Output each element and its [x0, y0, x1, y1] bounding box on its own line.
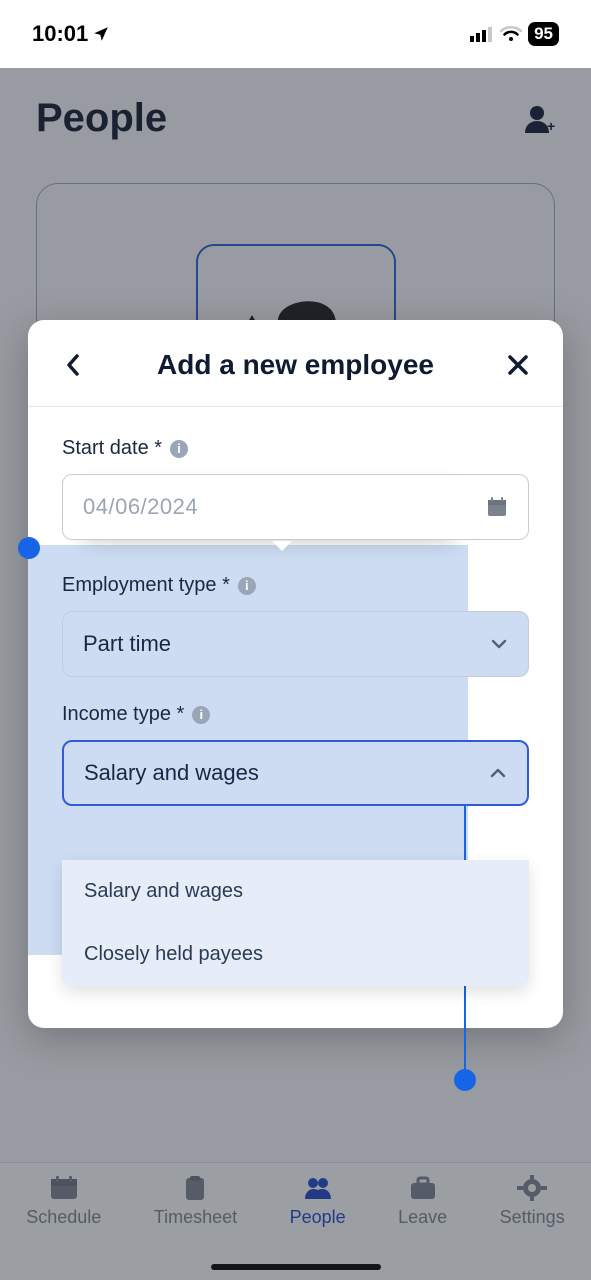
income-type-dropdown: Salary and wages Closely held payees [62, 860, 529, 986]
modal-title: Add a new employee [157, 349, 434, 381]
status-bar: 10:01 95 [0, 0, 591, 68]
info-icon[interactable]: i [170, 440, 188, 458]
chevron-down-icon [490, 635, 508, 653]
employment-type-label-row: Employment type * i [62, 574, 529, 597]
employment-type-select[interactable]: Part time [62, 611, 529, 677]
income-type-value: Salary and wages [84, 760, 259, 786]
battery-level: 95 [528, 22, 559, 46]
income-type-label-row: Income type * i [62, 703, 529, 726]
start-date-field: Start date * i 04/06/2024 [62, 437, 529, 540]
income-type-field: Income type * i Salary and wages [62, 703, 529, 806]
start-date-input[interactable]: 04/06/2024 [62, 474, 529, 540]
back-button[interactable] [56, 348, 90, 382]
status-right-group: 95 [470, 22, 559, 46]
employment-type-value: Part time [83, 631, 171, 657]
dropdown-option[interactable]: Closely held payees [62, 923, 529, 986]
add-employee-modal: Add a new employee Start date * i 04/06/… [28, 320, 563, 1028]
info-icon[interactable]: i [238, 577, 256, 595]
status-time: 10:01 [32, 21, 88, 47]
employment-type-label: Employment type * [62, 574, 230, 597]
income-type-select[interactable]: Salary and wages [62, 740, 529, 806]
chevron-left-icon [65, 353, 81, 377]
employment-type-field: Employment type * i Part time [62, 574, 529, 677]
close-button[interactable] [501, 348, 535, 382]
close-icon [507, 354, 529, 376]
start-date-label-row: Start date * i [62, 437, 529, 460]
calendar-icon [486, 496, 508, 518]
status-time-group: 10:01 [32, 21, 110, 47]
modal-header: Add a new employee [28, 320, 563, 407]
location-arrow-icon [92, 25, 110, 43]
income-type-label: Income type * [62, 703, 184, 726]
start-date-value: 04/06/2024 [83, 494, 198, 520]
chevron-up-icon [489, 764, 507, 782]
wifi-icon [500, 26, 522, 42]
cellular-signal-icon [470, 26, 494, 42]
info-icon[interactable]: i [192, 706, 210, 724]
start-date-label: Start date * [62, 437, 162, 460]
dropdown-option[interactable]: Salary and wages [62, 860, 529, 923]
selection-handle-start[interactable] [18, 537, 40, 559]
selection-handle-end[interactable] [454, 1069, 476, 1091]
